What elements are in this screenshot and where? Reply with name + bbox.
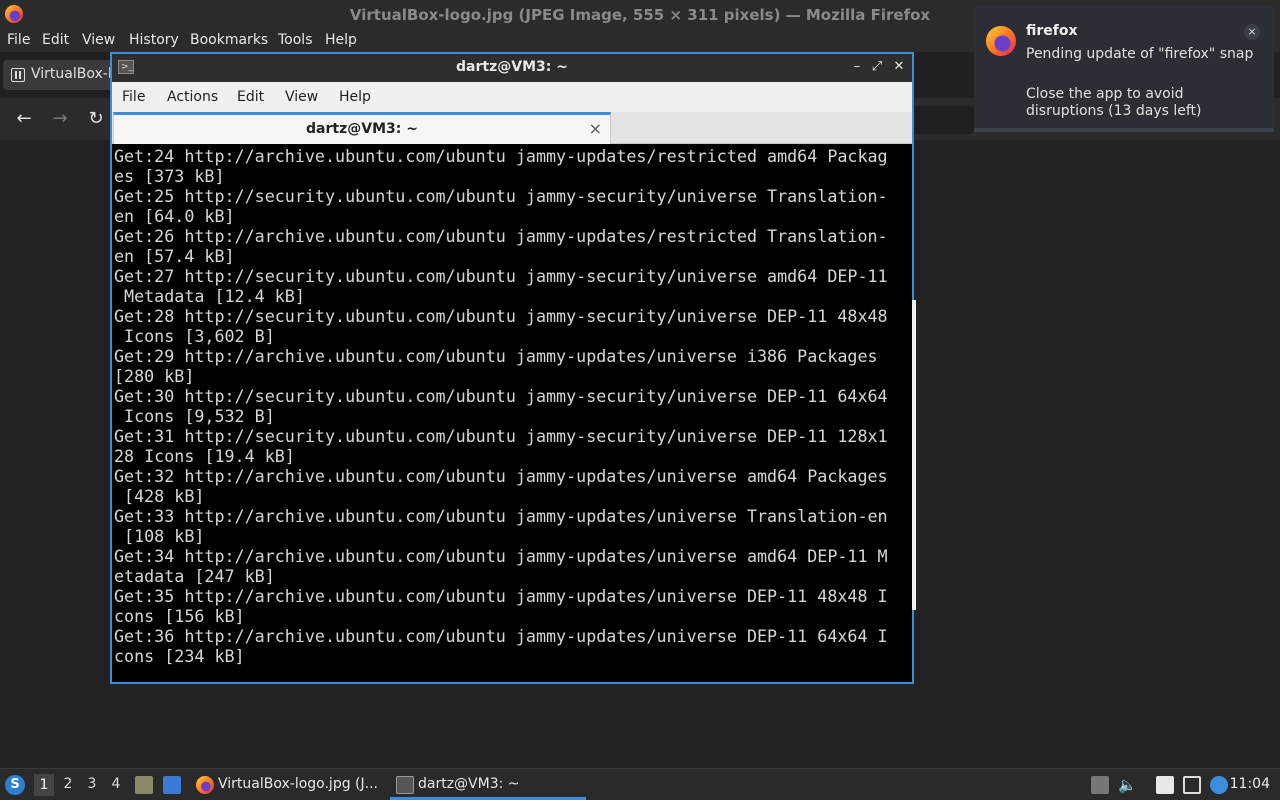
firefox-menu-help[interactable]: Help [325,32,357,48]
terminal-menubar: File Actions Edit View Help [112,82,912,112]
close-button[interactable]: ✕ [891,59,907,75]
tray-eject-icon[interactable] [1091,776,1109,794]
terminal-tabbar: dartz@VM3: ~ × [112,112,912,144]
firefox-menu-file[interactable]: File [7,32,30,48]
workspace-4[interactable]: 4 [106,776,126,792]
terminal-line: Get:24 http://archive.ubuntu.com/ubuntu … [114,146,888,166]
terminal-tab[interactable]: dartz@VM3: ~ × [113,112,611,144]
terminal-menu-file[interactable]: File [122,89,145,105]
terminal-line: Get:26 http://archive.ubuntu.com/ubuntu … [114,226,888,246]
image-file-icon [11,68,25,82]
update-notifier-icon[interactable] [1210,776,1228,794]
terminal-line: Get:25 http://security.ubuntu.com/ubuntu… [114,186,888,206]
volume-icon[interactable]: 🔈 [1118,776,1137,794]
terminal-menu-edit[interactable]: Edit [237,89,264,105]
terminal-line: Get:32 http://archive.ubuntu.com/ubuntu … [114,466,888,486]
maximize-button[interactable]: ⤢ [869,59,885,75]
terminal-line: Icons [9,532 B] [114,406,275,426]
workspace-3[interactable]: 3 [82,776,102,792]
taskbar-task-label: dartz@VM3: ~ [418,776,520,792]
firefox-tab-label: VirtualBox-logo.jpg (JPEG Image, 555 × 3… [31,66,118,82]
taskbar-task-firefox[interactable]: VirtualBox-logo.jpg (J... [190,770,386,800]
terminal-window-title: dartz@VM3: ~ [456,59,568,75]
taskbar-task-terminal[interactable]: dartz@VM3: ~ [390,770,586,800]
terminal-tab-label: dartz@VM3: ~ [306,121,418,137]
notification-detail: Close the app to avoid disruptions (13 d… [1026,86,1202,119]
notification-message: Pending update of "firefox" snap [1026,46,1254,62]
back-button[interactable]: ← [12,107,36,131]
terminal-line: etadata [247 kB] [114,566,275,586]
terminal-line: en [57.4 kB] [114,246,235,266]
terminal-line: 28 Icons [19.4 kB] [114,446,295,466]
start-menu-icon[interactable]: S [5,775,25,795]
terminal-line: en [64.0 kB] [114,206,235,226]
terminal-tab-close-button[interactable]: × [589,119,602,138]
notification-close-button[interactable]: × [1244,24,1260,40]
terminal-line: [428 kB] [114,486,205,506]
firefox-menu-tools[interactable]: Tools [278,32,313,48]
terminal-line: cons [234 kB] [114,646,245,666]
terminal-line: Get:28 http://security.ubuntu.com/ubuntu… [114,306,888,326]
terminal-output[interactable]: Get:24 http://archive.ubuntu.com/ubuntu … [114,146,904,682]
workspace-2[interactable]: 2 [58,776,78,792]
terminal-icon [396,776,414,794]
forward-button[interactable]: → [48,107,72,131]
firefox-menu-edit[interactable]: Edit [42,32,69,48]
taskbar-task-label: VirtualBox-logo.jpg (J... [218,776,378,792]
terminal-line: Get:34 http://archive.ubuntu.com/ubuntu … [114,546,888,566]
terminal-titlebar[interactable]: >_ dartz@VM3: ~ – ⤢ ✕ [112,54,912,82]
file-manager-icon[interactable] [135,776,153,794]
terminal-line: Metadata [12.4 kB] [114,286,305,306]
terminal-line: Icons [3,602 B] [114,326,275,346]
terminal-line: Get:29 http://archive.ubuntu.com/ubuntu … [114,346,878,366]
terminal-line: Get:30 http://security.ubuntu.com/ubuntu… [114,386,888,406]
firefox-menu-bookmarks[interactable]: Bookmarks [190,32,268,48]
workspace-1[interactable]: 1 [34,774,54,796]
terminal-menu-help[interactable]: Help [339,89,371,105]
terminal-line: Get:36 http://archive.ubuntu.com/ubuntu … [114,626,888,646]
terminal-line: es [373 kB] [114,166,225,186]
terminal-line: Get:33 http://archive.ubuntu.com/ubuntu … [114,506,888,526]
terminal-line: Get:35 http://archive.ubuntu.com/ubuntu … [114,586,888,606]
terminal-line: [108 kB] [114,526,205,546]
network-icon[interactable] [1183,776,1201,794]
show-desktop-icon[interactable] [163,776,181,794]
terminal-line: Get:31 http://security.ubuntu.com/ubuntu… [114,426,888,446]
firefox-icon [986,26,1016,56]
clipboard-icon[interactable] [1156,776,1174,794]
terminal-scrollbar[interactable] [912,300,916,610]
minimize-button[interactable]: – [849,59,865,75]
terminal-menu-view[interactable]: View [285,89,318,105]
reload-button[interactable]: ↻ [84,107,108,131]
terminal-window: >_ dartz@VM3: ~ – ⤢ ✕ File Actions Edit … [110,52,916,684]
firefox-menu-history[interactable]: History [129,32,179,48]
update-notification[interactable]: firefox Pending update of "firefox" snap… [974,6,1274,132]
terminal-line: cons [156 kB] [114,606,245,626]
terminal-line: Get:27 http://security.ubuntu.com/ubuntu… [114,266,888,286]
firefox-icon [196,776,214,794]
terminal-line: [280 kB] [114,366,195,386]
clock[interactable]: 11:04 [1230,776,1270,792]
notification-app-name: firefox [1026,23,1078,39]
firefox-menu-view[interactable]: View [82,32,115,48]
taskbar: S 1 2 3 4 VirtualBox-logo.jpg (J... dart… [0,768,1280,800]
url-bar[interactable] [912,106,974,134]
firefox-tab[interactable]: VirtualBox-logo.jpg (JPEG Image, 555 × 3… [3,60,118,90]
terminal-menu-actions[interactable]: Actions [167,89,218,105]
